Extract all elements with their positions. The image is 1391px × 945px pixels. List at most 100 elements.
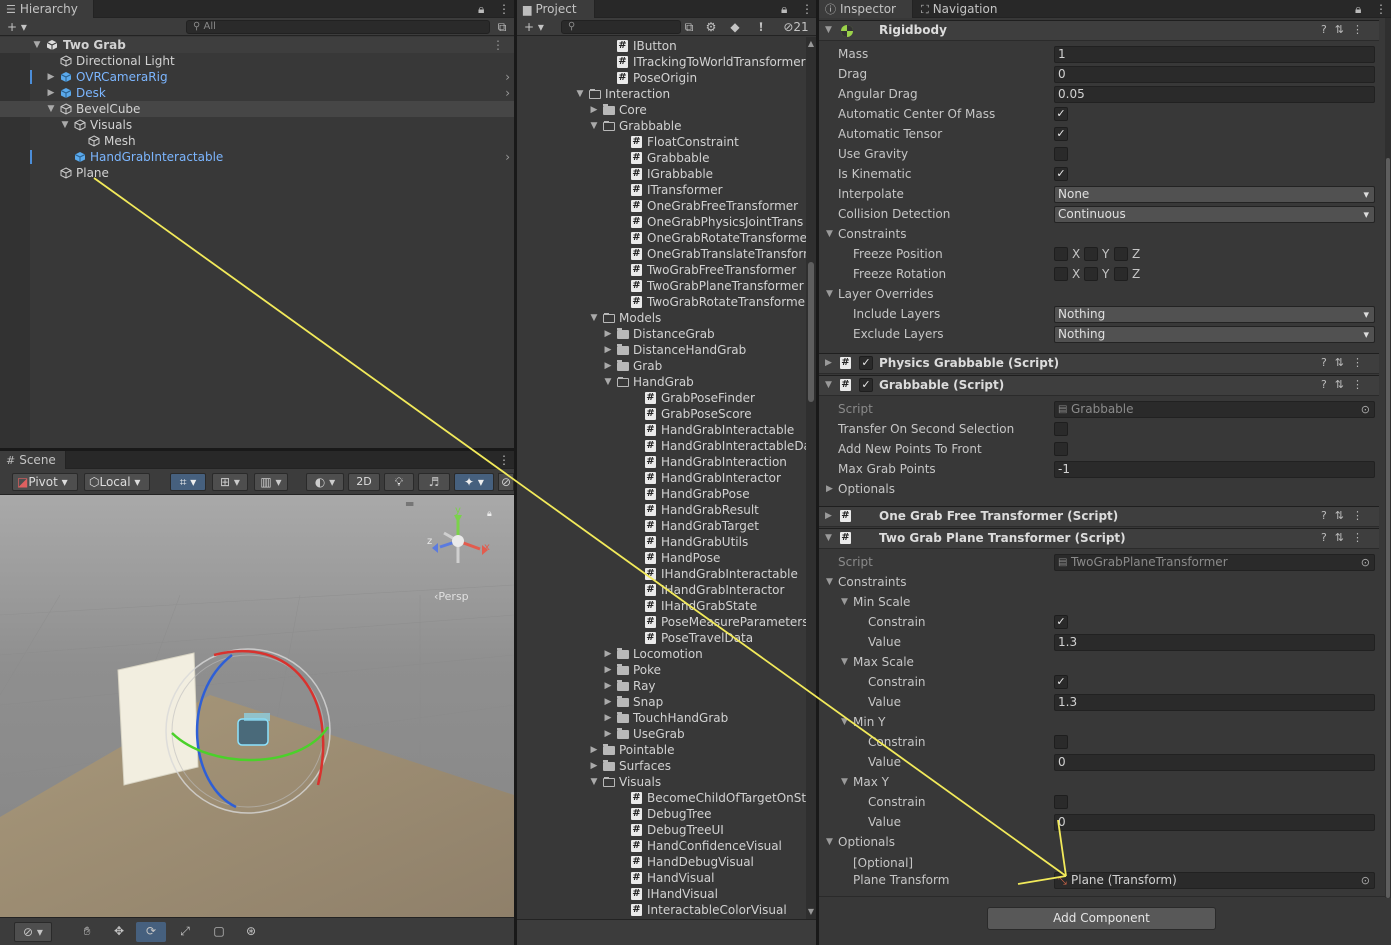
project-item-script[interactable]: # BecomeChildOfTargetOnSt [517, 790, 806, 806]
project-item-folder[interactable]: ▶ Core [517, 102, 806, 118]
expand-arrow-icon[interactable]: ▶ [603, 326, 613, 342]
tab-hierarchy[interactable]: ☰ Hierarchy [0, 0, 94, 18]
view-options-dropdown[interactable]: ⊘ ▾ [14, 922, 52, 942]
ruler-button[interactable]: ▥ ▾ [254, 473, 288, 491]
bevel-cube[interactable] [237, 718, 269, 746]
expand-arrow-icon[interactable]: ▶ [46, 69, 56, 85]
hierarchy-item-desk[interactable]: ▶ Desk › [0, 85, 514, 101]
project-item-script[interactable]: # OneGrabTranslateTransforn [517, 246, 806, 262]
filter-label-icon[interactable]: ◆ [727, 18, 743, 36]
orientation-gizmo[interactable] [432, 515, 488, 563]
kebab-menu-icon[interactable]: ⋮ [492, 37, 504, 53]
effects-toggle-icon[interactable]: ✦ ▾ [454, 473, 494, 491]
project-item-folder[interactable]: ▶ UseGrab [517, 726, 806, 742]
project-item-folder[interactable]: ▶ DistanceGrab [517, 326, 806, 342]
project-item-script[interactable]: # ITrackingToWorldTransformer [517, 54, 806, 70]
hierarchy-item-handgrabinteractable[interactable]: HandGrabInteractable › [0, 149, 514, 165]
scale-tool-icon[interactable]: ⤢ [170, 922, 200, 942]
project-item-script[interactable]: # TwoGrabRotateTransformer [517, 294, 806, 310]
project-item-script[interactable]: # HandGrabInteractable [517, 422, 806, 438]
chevron-right-icon[interactable]: › [505, 69, 510, 85]
project-item-folder[interactable]: ▶ Pointable [517, 742, 806, 758]
project-item-script[interactable]: # OneGrabRotateTransformer [517, 230, 806, 246]
gizmo-lock-icon[interactable]: 🔒︎ [487, 509, 492, 519]
expand-arrow-icon[interactable]: ▶ [603, 646, 613, 662]
project-item-script[interactable]: # IButton [517, 38, 806, 54]
scene-viewport[interactable]: y z x ═ 🔒︎ ‹Persp [0, 495, 514, 917]
expand-arrow-icon[interactable]: ▶ [603, 358, 613, 374]
project-item-folder[interactable]: ▼ Visuals [517, 774, 806, 790]
project-item-folder[interactable]: ▼ Interaction [517, 86, 806, 102]
project-item-script[interactable]: # OneGrabPhysicsJointTrans [517, 214, 806, 230]
project-scrollbar[interactable]: ▲ ▼ [806, 37, 816, 919]
project-item-script[interactable]: # HandGrabPose [517, 486, 806, 502]
hierarchy-item-plane[interactable]: Plane [0, 165, 514, 181]
project-item-script[interactable]: # HandDebugVisual [517, 854, 806, 870]
hierarchy-item-directional-light[interactable]: Directional Light [0, 53, 514, 69]
project-item-folder[interactable]: ▶ Ray [517, 678, 806, 694]
project-item-script[interactable]: # GrabPoseScore [517, 406, 806, 422]
hierarchy-item-ovrcamerarig[interactable]: ▶ OVRCameraRig › [0, 69, 514, 85]
expand-arrow-icon[interactable]: ▶ [603, 726, 613, 742]
hierarchy-item-visuals[interactable]: ▼ Visuals [0, 117, 514, 133]
kebab-menu-icon[interactable]: ⋮ [801, 0, 813, 18]
add-icon[interactable]: + ▾ [4, 18, 30, 36]
project-item-folder[interactable]: ▶ TouchHandGrab [517, 710, 806, 726]
expand-arrow-icon[interactable]: ▼ [575, 86, 585, 102]
project-item-folder[interactable]: ▶ Snap [517, 694, 806, 710]
expand-arrow-icon[interactable]: ▼ [589, 310, 599, 326]
plane-quad[interactable] [117, 652, 199, 786]
project-item-script[interactable]: # Grabbable [517, 150, 806, 166]
project-item-folder[interactable]: ▶ Locomotion [517, 646, 806, 662]
project-item-script[interactable]: # HandGrabInteraction [517, 454, 806, 470]
project-item-script[interactable]: # PoseTravelData [517, 630, 806, 646]
project-item-script[interactable]: # ITransformer [517, 182, 806, 198]
transform-tool-icon[interactable]: ⊛ [236, 922, 266, 942]
search-scene-icon[interactable]: ⧉ [681, 18, 697, 36]
hierarchy-item-two-grab[interactable]: ▼ Two Grab ⋮ [0, 37, 514, 53]
tab-navigation[interactable]: ⛶ Navigation [915, 0, 1011, 18]
project-item-script[interactable]: # OneGrabFreeTransformer [517, 198, 806, 214]
expand-arrow-icon[interactable]: ▼ [60, 117, 70, 133]
project-item-folder[interactable]: ▼ HandGrab [517, 374, 806, 390]
scrollbar-down-arrow-icon[interactable]: ▼ [806, 907, 816, 916]
project-item-script[interactable]: # HandConfidenceVisual [517, 838, 806, 854]
expand-arrow-icon[interactable]: ▼ [589, 774, 599, 790]
project-item-script[interactable]: # IHandVisual [517, 886, 806, 902]
rotate-tool-icon[interactable]: ⟳ [136, 922, 166, 942]
project-item-script[interactable]: # IHandGrabInteractable [517, 566, 806, 582]
expand-arrow-icon[interactable]: ▶ [603, 710, 613, 726]
tab-inspector[interactable]: ⓘ Inspector [819, 0, 913, 18]
filter-log-icon[interactable]: ❗︎ [753, 18, 769, 36]
hand-tool-icon[interactable]: ✋︎ [72, 922, 102, 942]
expand-arrow-icon[interactable]: ▶ [603, 678, 613, 694]
expand-arrow-icon[interactable]: ▼ [32, 37, 42, 53]
expand-arrow-icon[interactable]: ▼ [46, 101, 56, 117]
project-item-folder[interactable]: ▶ DistanceHandGrab [517, 342, 806, 358]
audio-toggle-icon[interactable]: ♬ [418, 473, 450, 491]
expand-arrow-icon[interactable]: ▼ [589, 118, 599, 134]
project-item-script[interactable]: # TwoGrabPlaneTransformer [517, 278, 806, 294]
project-item-folder[interactable]: ▶ Poke [517, 662, 806, 678]
filter-type-icon[interactable]: ⚙ [703, 18, 719, 36]
project-item-script[interactable]: # GrabPoseFinder [517, 390, 806, 406]
project-item-script[interactable]: # HandPose [517, 550, 806, 566]
hidden-packages-icon[interactable]: ⊘21 [779, 18, 813, 36]
project-search-input[interactable]: ⚲ [561, 20, 681, 34]
project-item-folder[interactable]: ▶ Surfaces [517, 758, 806, 774]
projection-label[interactable]: ‹Persp [434, 590, 469, 603]
scrollbar-up-arrow-icon[interactable]: ▲ [806, 39, 816, 48]
expand-arrow-icon[interactable]: ▶ [589, 102, 599, 118]
project-item-script[interactable]: # PoseMeasureParameters [517, 614, 806, 630]
project-item-script[interactable]: # FloatConstraint [517, 134, 806, 150]
tab-scene[interactable]: # Scene [0, 451, 66, 469]
project-item-script[interactable]: # HandGrabInteractor [517, 470, 806, 486]
gizmo-menu-icon[interactable]: ═ [406, 497, 413, 511]
hidden-objects-icon[interactable]: ⊘ [498, 473, 514, 491]
move-tool-icon[interactable]: ✥ [104, 922, 134, 942]
expand-arrow-icon[interactable]: ▶ [46, 85, 56, 101]
project-item-script[interactable]: # DebugTreeUI [517, 822, 806, 838]
project-item-script[interactable]: # HandGrabUtils [517, 534, 806, 550]
lock-icon[interactable]: 🔒︎ [781, 0, 787, 18]
project-item-script[interactable]: # IHandGrabInteractor [517, 582, 806, 598]
